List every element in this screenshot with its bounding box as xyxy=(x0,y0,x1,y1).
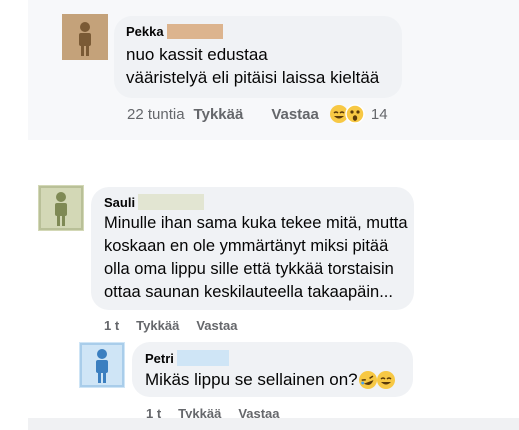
reactions-summary[interactable]: 14 xyxy=(329,104,388,124)
comment-text-line: Mikäs lippu se sellainen on? xyxy=(145,370,358,389)
comment-author-row: Pekka xyxy=(126,24,223,39)
person-silhouette-icon xyxy=(79,342,125,388)
author-name[interactable]: Pekka xyxy=(126,24,164,39)
avatar[interactable] xyxy=(62,14,108,60)
comment-text-line: vääristelyä eli pitäisi laissa kieltää xyxy=(126,68,380,87)
comment-text-line: Minulle ihan sama kuka tekee mitä, mutta xyxy=(104,214,408,232)
comment-text-line: nuo kassit edustaa xyxy=(126,45,268,64)
avatar[interactable] xyxy=(38,185,84,231)
comment-text-line: olla oma lippu sille että tykkää torstai… xyxy=(104,260,394,278)
redacted-name-block xyxy=(138,194,205,210)
comment-time[interactable]: 22 tuntia xyxy=(127,106,185,123)
redacted-name-block xyxy=(166,24,223,39)
reply-button[interactable]: Vastaa xyxy=(196,318,237,333)
comment-text-line: ottaa saunan keskilauteella takaapäin... xyxy=(104,283,393,301)
comment-actions: 1 t Tykkää Vastaa xyxy=(104,318,238,333)
next-thread-panel xyxy=(28,418,519,430)
avatar[interactable] xyxy=(79,342,125,388)
laughing-emojis-icon xyxy=(358,370,395,389)
comment-time[interactable]: 1 t xyxy=(104,318,119,333)
comment-text-row: Mikäs lippu se sellainen on? xyxy=(145,368,396,391)
like-button[interactable]: Tykkää xyxy=(136,318,179,333)
person-silhouette-icon xyxy=(62,14,108,60)
comment-actions: 22 tuntia Tykkää Vastaa 14 xyxy=(127,104,388,124)
reaction-count: 14 xyxy=(370,105,388,123)
reply-button[interactable]: Vastaa xyxy=(271,106,319,123)
like-button[interactable]: Tykkää xyxy=(194,106,244,123)
comment-author-row: Petri xyxy=(145,350,229,366)
author-name[interactable]: Sauli xyxy=(104,195,135,210)
person-silhouette-icon xyxy=(38,185,84,231)
comment-author-row: Sauli xyxy=(104,194,205,210)
reaction-emojis-icon xyxy=(329,104,365,124)
comment-text-line: koskaan en ole ymmärtänyt miksi pitää xyxy=(104,237,389,255)
author-name[interactable]: Petri xyxy=(145,351,174,366)
redacted-name-block xyxy=(176,350,229,366)
